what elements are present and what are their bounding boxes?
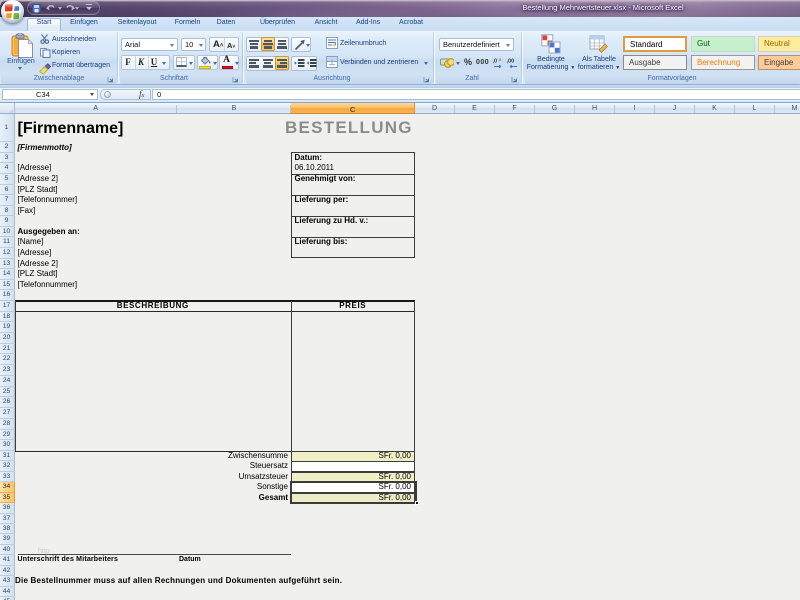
svg-text:0: 0: [499, 57, 502, 62]
svg-text:,0: ,0: [493, 59, 498, 65]
svg-text:,00: ,00: [507, 59, 515, 65]
